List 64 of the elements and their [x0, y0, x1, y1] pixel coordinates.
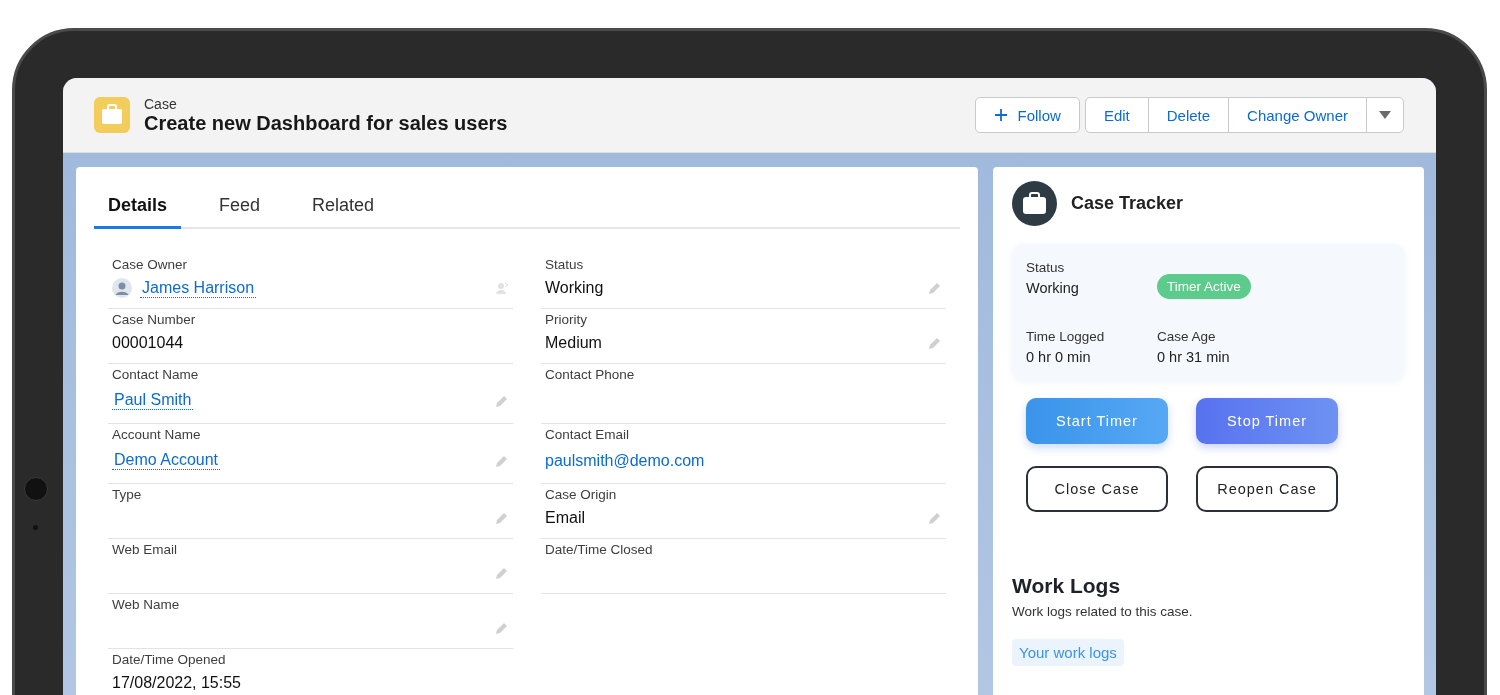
change-owner-icon[interactable] — [495, 281, 509, 295]
tab[interactable]: Details — [94, 187, 182, 229]
plus-icon — [993, 108, 1008, 122]
section-description: Work logs related to this case. — [1012, 604, 1193, 619]
email-link[interactable]: paulsmith@demo.com — [545, 451, 705, 470]
field-value: Working — [545, 279, 604, 297]
record-link[interactable]: Paul Smith — [112, 391, 194, 410]
tracker-button[interactable]: Close Case — [1026, 466, 1168, 512]
tab[interactable]: Feed — [205, 187, 275, 229]
avatar-icon — [112, 278, 132, 298]
field-label: Priority — [545, 312, 588, 327]
action-button[interactable]: Edit — [1084, 97, 1149, 133]
pencil-icon[interactable] — [928, 511, 942, 525]
tracker-button[interactable]: Start Timer — [1026, 398, 1168, 444]
work-logs-link[interactable]: Your work logs — [1012, 639, 1124, 666]
pencil-icon[interactable] — [928, 281, 942, 295]
record-link[interactable]: Demo Account — [112, 451, 221, 470]
field-label: Contact Name — [112, 367, 200, 382]
field-label: Account Name — [112, 427, 202, 442]
stat-label: Case Age — [1157, 329, 1217, 344]
field-label: Web Email — [112, 542, 179, 557]
briefcase-icon — [1012, 181, 1057, 226]
section-heading: Work Logs — [1012, 574, 1121, 598]
field-value: 17/08/2022, 15:55 — [112, 674, 241, 692]
tracker-button[interactable]: Reopen Case — [1196, 466, 1338, 512]
field-label: Web Name — [112, 597, 181, 612]
sensor-icon — [33, 525, 38, 530]
caret-icon — [1379, 111, 1391, 119]
timer-badge: Timer Active — [1157, 274, 1251, 299]
tracker-button[interactable]: Stop Timer — [1196, 398, 1338, 444]
pencil-icon[interactable] — [495, 566, 509, 580]
field-label: Case Owner — [112, 257, 189, 272]
status-label: Status — [1026, 260, 1066, 275]
stat-value: 0 hr 0 min — [1026, 349, 1092, 365]
field-value: Medium — [545, 334, 602, 352]
pencil-icon[interactable] — [495, 393, 509, 408]
follow-button[interactable]: Follow — [974, 97, 1080, 133]
field-value: 00001044 — [112, 334, 184, 352]
object-type: Case — [144, 95, 178, 112]
card-title: Case Tracker — [1071, 193, 1184, 214]
pencil-icon[interactable] — [928, 336, 942, 350]
stat-value: 0 hr 31 min — [1157, 349, 1231, 365]
briefcase-icon — [94, 97, 130, 133]
field-label: Case Origin — [545, 487, 618, 502]
field-label: Date/Time Closed — [545, 542, 654, 557]
action-button[interactable]: Delete — [1147, 97, 1230, 133]
field-label: Case Number — [112, 312, 197, 327]
camera-icon — [24, 477, 48, 501]
status-value: Working — [1026, 280, 1080, 296]
field-label: Contact Phone — [545, 367, 636, 382]
stat-label: Time Logged — [1026, 329, 1106, 344]
pencil-icon[interactable] — [495, 453, 509, 468]
field-label: Status — [545, 257, 585, 272]
record-title: Create new Dashboard for sales users — [144, 111, 508, 135]
action-button[interactable]: Change Owner — [1228, 97, 1367, 133]
more-actions-button[interactable] — [1366, 97, 1404, 133]
field-label: Type — [112, 487, 143, 502]
pencil-icon[interactable] — [495, 621, 509, 635]
field-label: Contact Email — [545, 427, 631, 442]
tab[interactable]: Related — [298, 187, 389, 229]
owner-link[interactable]: James Harrison — [140, 278, 257, 298]
field-value: Email — [545, 509, 585, 527]
pencil-icon[interactable] — [495, 511, 509, 525]
field-label: Date/Time Opened — [112, 652, 227, 667]
